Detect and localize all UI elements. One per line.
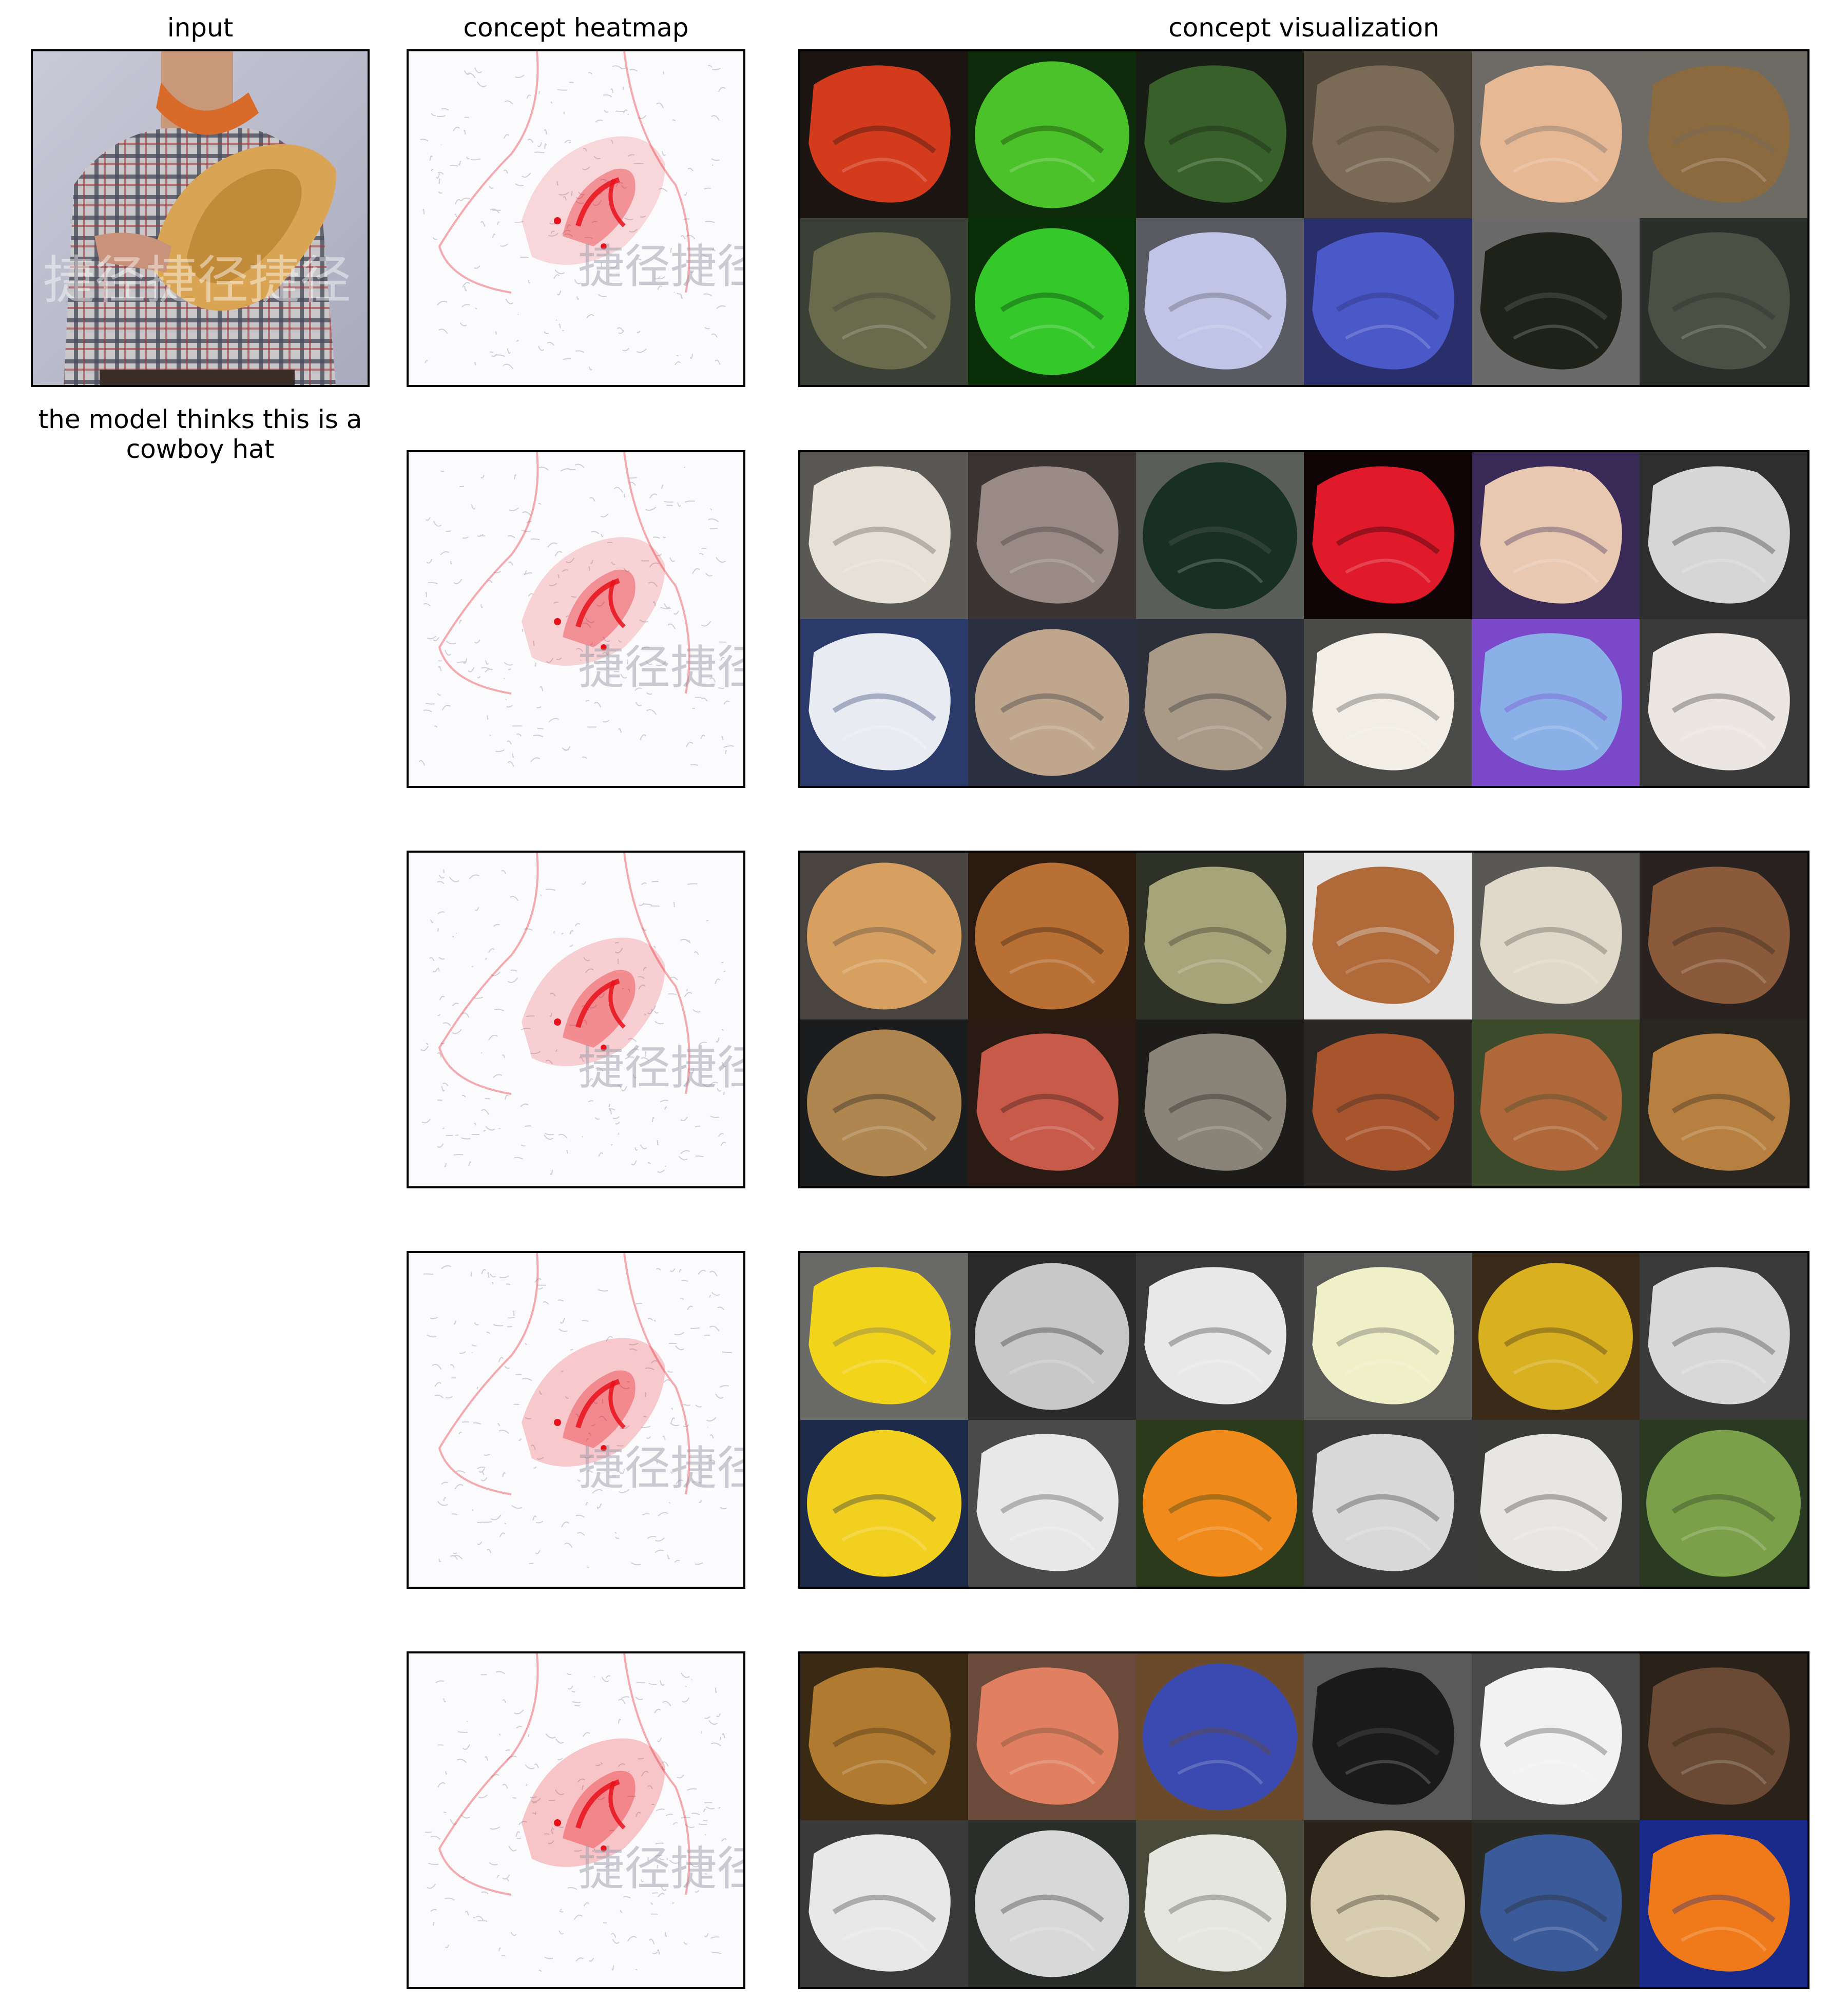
concept-tile xyxy=(1640,51,1807,218)
concept-tile xyxy=(968,1653,1136,1820)
concept-tile xyxy=(968,218,1136,385)
concept-tile xyxy=(1304,218,1472,385)
concept-tile xyxy=(1304,51,1472,218)
concept-tile xyxy=(1640,1253,1807,1420)
concept-tile xyxy=(1304,1820,1472,1987)
concept-tile xyxy=(800,853,968,1019)
concept-tile xyxy=(968,619,1136,786)
heatmap-watermark: 捷径捷径 xyxy=(578,240,743,294)
concept-heatmap: 捷径捷径 xyxy=(407,450,745,788)
concept-tile xyxy=(1304,1019,1472,1186)
concept-tile xyxy=(800,1253,968,1420)
concept-tile xyxy=(1472,1019,1640,1186)
concept-tile xyxy=(1304,1253,1472,1420)
concept-tile xyxy=(1136,51,1304,218)
concept-tile xyxy=(800,1653,968,1820)
heatmap-watermark: 捷径捷径 xyxy=(578,1842,743,1896)
concept-tile xyxy=(1640,452,1807,619)
prediction-caption: the model thinks this is a cowboy hat xyxy=(38,405,362,464)
concept-tile xyxy=(1304,619,1472,786)
concept-visualization-grid xyxy=(798,851,1810,1188)
concept-tile xyxy=(1472,1653,1640,1820)
heatmap-image: 捷径捷径 xyxy=(409,853,743,1186)
concept-tile xyxy=(968,51,1136,218)
concept-tile xyxy=(1472,1420,1640,1587)
concept-tile xyxy=(800,1420,968,1587)
input-image: 捷径捷径捷径 xyxy=(31,49,370,387)
concept-tile xyxy=(1136,853,1304,1019)
concept-tile xyxy=(1472,853,1640,1019)
concept-heatmap: 捷径捷径 xyxy=(407,1651,745,1989)
concept-tile xyxy=(1640,1653,1807,1820)
concept-visualization-grid xyxy=(798,1651,1810,1989)
concept-tiles xyxy=(800,452,1807,786)
concept-tile xyxy=(1304,1653,1472,1820)
heatmap-watermark: 捷径捷径 xyxy=(578,1441,743,1495)
heatmap-image: 捷径捷径 xyxy=(409,1253,743,1587)
concept-tiles xyxy=(800,51,1807,385)
concept-tile xyxy=(800,51,968,218)
concept-tiles xyxy=(800,1653,1807,1987)
concept-tile xyxy=(1472,218,1640,385)
concept-tile xyxy=(800,218,968,385)
concept-tile xyxy=(1304,1420,1472,1587)
concept-tile xyxy=(1472,452,1640,619)
concept-tile xyxy=(1640,853,1807,1019)
concept-tile xyxy=(968,1420,1136,1587)
concept-tile xyxy=(1136,218,1304,385)
concept-tiles xyxy=(800,1253,1807,1587)
concept-tile xyxy=(1304,452,1472,619)
visualization-column-title: concept visualization xyxy=(1168,13,1439,43)
concept-tile xyxy=(800,619,968,786)
concept-tile xyxy=(968,1820,1136,1987)
heatmap-column-title: concept heatmap xyxy=(463,13,689,43)
concept-visualization-grid xyxy=(798,49,1810,387)
concept-tile xyxy=(1472,1820,1640,1987)
concept-tile xyxy=(1640,1019,1807,1186)
concept-tile xyxy=(1136,1820,1304,1987)
concept-tile xyxy=(1640,218,1807,385)
concept-tile xyxy=(800,1019,968,1186)
heatmap-image: 捷径捷径 xyxy=(409,452,743,786)
concept-heatmap: 捷径捷径 xyxy=(407,49,745,387)
input-column-title: input xyxy=(167,13,234,43)
concept-visualization-grid xyxy=(798,1251,1810,1589)
concept-visualization-grid xyxy=(798,450,1810,788)
concept-tile xyxy=(968,1019,1136,1186)
concept-tile xyxy=(800,452,968,619)
heatmap-image: 捷径捷径 xyxy=(409,51,743,385)
concept-tile xyxy=(800,1820,968,1987)
concept-tile xyxy=(1472,619,1640,786)
concept-tile xyxy=(1136,619,1304,786)
concept-tile xyxy=(1640,619,1807,786)
concept-heatmap: 捷径捷径 xyxy=(407,851,745,1188)
concept-tile xyxy=(1136,1019,1304,1186)
concept-tile xyxy=(1640,1420,1807,1587)
concept-tile xyxy=(1136,1253,1304,1420)
concept-heatmap: 捷径捷径 xyxy=(407,1251,745,1589)
concept-tile xyxy=(1136,1653,1304,1820)
heatmap-watermark: 捷径捷径 xyxy=(578,641,743,695)
concept-tile xyxy=(1136,1420,1304,1587)
concept-tile xyxy=(968,853,1136,1019)
concept-tile xyxy=(968,1253,1136,1420)
input-watermark: 捷径捷径捷径 xyxy=(43,250,351,310)
concept-tile xyxy=(1136,452,1304,619)
concept-tiles xyxy=(800,853,1807,1186)
concept-tile xyxy=(1472,51,1640,218)
concept-tile xyxy=(1640,1820,1807,1987)
heatmap-watermark: 捷径捷径 xyxy=(578,1041,743,1095)
concept-tile xyxy=(1304,853,1472,1019)
concept-tile xyxy=(968,452,1136,619)
input-photo: 捷径捷径捷径 xyxy=(33,51,368,385)
concept-tile xyxy=(1472,1253,1640,1420)
heatmap-image: 捷径捷径 xyxy=(409,1653,743,1987)
